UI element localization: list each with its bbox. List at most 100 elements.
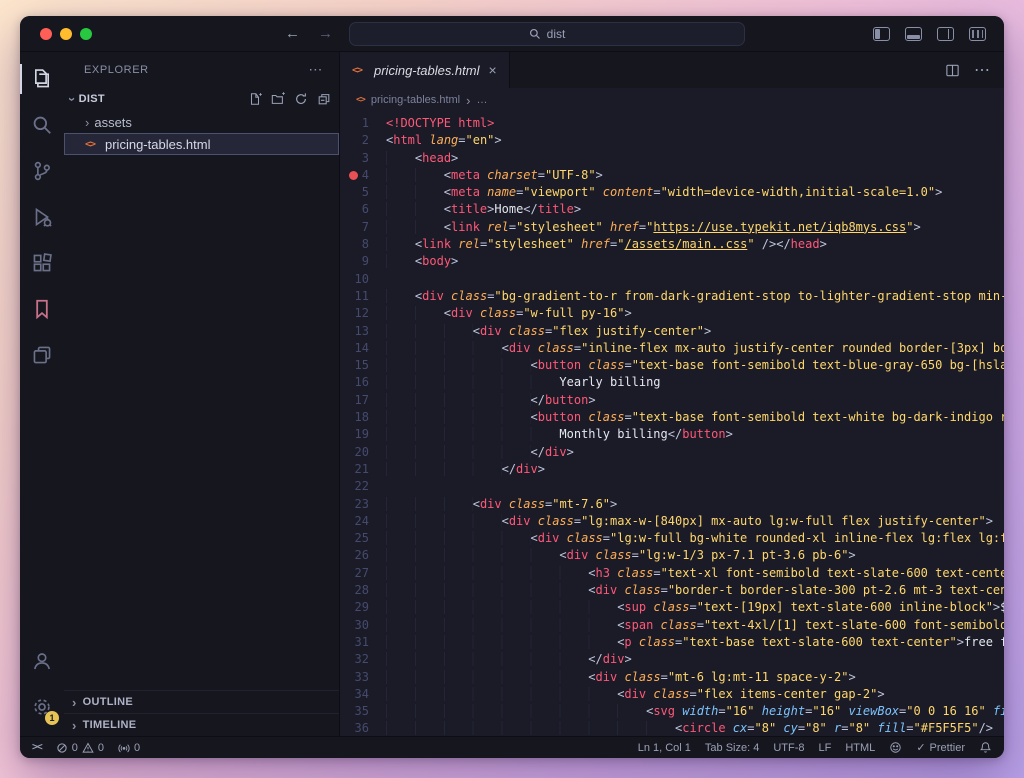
source-control-icon[interactable]	[20, 148, 64, 194]
code-line[interactable]: 6 <title>Home</title>	[340, 201, 1004, 218]
code-line[interactable]: 8 <link rel="stylesheet" href="/assets/m…	[340, 236, 1004, 253]
line-number[interactable]: 24	[340, 513, 386, 530]
notifications-bell-icon[interactable]	[979, 741, 992, 754]
tree-item-pricing-tables[interactable]: <> pricing-tables.html	[64, 133, 339, 155]
new-folder-icon[interactable]	[271, 92, 285, 106]
code-line[interactable]: 9 <body>	[340, 253, 1004, 270]
code-line[interactable]: 31 <p class="text-base text-slate-600 te…	[340, 634, 1004, 651]
toggle-secondary-sidebar-icon[interactable]	[937, 27, 954, 41]
zoom-window-button[interactable]	[80, 28, 92, 40]
code-line[interactable]: 14 <div class="inline-flex mx-auto justi…	[340, 340, 1004, 357]
line-number[interactable]: 29	[340, 599, 386, 616]
line-number[interactable]: 20	[340, 444, 386, 461]
line-number[interactable]: 30	[340, 617, 386, 634]
eol-status[interactable]: LF	[819, 742, 832, 754]
line-number[interactable]: 4	[340, 167, 386, 184]
cursor-position[interactable]: Ln 1, Col 1	[638, 742, 691, 754]
line-number[interactable]: 6	[340, 201, 386, 218]
code-line[interactable]: 17 </button>	[340, 392, 1004, 409]
outline-section[interactable]: › OUTLINE	[64, 690, 339, 713]
code-line[interactable]: 12 <div class="w-full py-16">	[340, 305, 1004, 322]
line-number[interactable]: 9	[340, 253, 386, 270]
command-center-search[interactable]: dist	[349, 22, 745, 46]
line-number[interactable]: 32	[340, 651, 386, 668]
line-number[interactable]: 34	[340, 686, 386, 703]
bookmarks-icon[interactable]	[20, 286, 64, 332]
line-number[interactable]: 10	[340, 271, 386, 288]
explorer-more-actions-icon[interactable]: ⋯	[308, 61, 323, 78]
extensions-icon[interactable]	[20, 240, 64, 286]
search-view-icon[interactable]	[20, 102, 64, 148]
breadcrumb[interactable]: <> pricing-tables.html › …	[340, 88, 1004, 112]
code-line[interactable]: 32 </div>	[340, 651, 1004, 668]
line-number[interactable]: 13	[340, 323, 386, 340]
code-line[interactable]: 25 <div class="lg:w-full bg-white rounde…	[340, 530, 1004, 547]
minimize-window-button[interactable]	[60, 28, 72, 40]
line-number[interactable]: 33	[340, 669, 386, 686]
feedback-smiley-icon[interactable]	[889, 741, 902, 754]
code-line[interactable]: 3 <head>	[340, 150, 1004, 167]
editor-more-actions-icon[interactable]: ⋯	[974, 60, 990, 80]
problems-status[interactable]: 0 0	[56, 742, 104, 754]
line-number[interactable]: 19	[340, 426, 386, 443]
code-line[interactable]: 11 <div class="bg-gradient-to-r from-dar…	[340, 288, 1004, 305]
run-debug-icon[interactable]	[20, 194, 64, 240]
toggle-panel-icon[interactable]	[905, 27, 922, 41]
code-line[interactable]: 35 <svg width="16" height="16" viewBox="…	[340, 703, 1004, 720]
formatter-status[interactable]: ✓ Prettier	[916, 741, 965, 754]
code-line[interactable]: 5 <meta name="viewport" content="width=d…	[340, 184, 1004, 201]
code-line[interactable]: 34 <div class="flex items-center gap-2">	[340, 686, 1004, 703]
code-line[interactable]: 20 </div>	[340, 444, 1004, 461]
new-file-icon[interactable]	[248, 92, 262, 106]
code-line[interactable]: 19 Monthly billing</button>	[340, 426, 1004, 443]
line-number[interactable]: 7	[340, 219, 386, 236]
code-line[interactable]: 29 <sup class="text-[19px] text-slate-60…	[340, 599, 1004, 616]
line-number[interactable]: 25	[340, 530, 386, 547]
line-number[interactable]: 1	[340, 115, 386, 132]
code-line[interactable]: 1<!DOCTYPE html>	[340, 115, 1004, 132]
code-line[interactable]: 13 <div class="flex justify-center">	[340, 323, 1004, 340]
language-mode[interactable]: HTML	[845, 742, 875, 754]
code-line[interactable]: 21 </div>	[340, 461, 1004, 478]
code-area[interactable]: 1<!DOCTYPE html>2<html lang="en">3 <head…	[340, 112, 1004, 736]
line-number[interactable]: 21	[340, 461, 386, 478]
breakpoint-dot[interactable]	[349, 171, 358, 180]
code-line[interactable]: 23 <div class="mt-7.6">	[340, 496, 1004, 513]
code-line[interactable]: 22	[340, 478, 1004, 495]
line-number[interactable]: 5	[340, 184, 386, 201]
line-number[interactable]: 18	[340, 409, 386, 426]
line-number[interactable]: 16	[340, 374, 386, 391]
breadcrumb-file[interactable]: pricing-tables.html	[371, 94, 460, 106]
toggle-primary-sidebar-icon[interactable]	[873, 27, 890, 41]
line-number[interactable]: 15	[340, 357, 386, 374]
code-line[interactable]: 18 <button class="text-base font-semibol…	[340, 409, 1004, 426]
code-line[interactable]: 16 Yearly billing	[340, 374, 1004, 391]
encoding-status[interactable]: UTF-8	[773, 742, 804, 754]
breadcrumb-more[interactable]: …	[476, 94, 487, 106]
line-number[interactable]: 14	[340, 340, 386, 357]
line-number[interactable]: 2	[340, 132, 386, 149]
code-line[interactable]: 36 <circle cx="8" cy="8" r="8" fill="#F5…	[340, 720, 1004, 736]
close-tab-icon[interactable]: ×	[487, 62, 499, 78]
line-number[interactable]: 26	[340, 547, 386, 564]
settings-gear-icon[interactable]: 1	[20, 684, 64, 730]
indentation-status[interactable]: Tab Size: 4	[705, 742, 759, 754]
line-number[interactable]: 31	[340, 634, 386, 651]
line-number[interactable]: 27	[340, 565, 386, 582]
ports-status[interactable]: 0	[118, 742, 140, 754]
line-number[interactable]: 36	[340, 720, 386, 736]
explorer-icon[interactable]	[20, 56, 64, 102]
code-line[interactable]: 7 <link rel="stylesheet" href="https://u…	[340, 219, 1004, 236]
line-number[interactable]: 11	[340, 288, 386, 305]
code-line[interactable]: 26 <div class="lg:w-1/3 px-7.1 pt-3.6 pb…	[340, 547, 1004, 564]
code-line[interactable]: 24 <div class="lg:max-w-[840px] mx-auto …	[340, 513, 1004, 530]
back-arrow-icon[interactable]: ←	[285, 26, 300, 41]
line-number[interactable]: 17	[340, 392, 386, 409]
line-number[interactable]: 22	[340, 478, 386, 495]
line-number[interactable]: 3	[340, 150, 386, 167]
code-line[interactable]: 28 <div class="border-t border-slate-300…	[340, 582, 1004, 599]
code-line[interactable]: 33 <div class="mt-6 lg:mt-11 space-y-2">	[340, 669, 1004, 686]
code-line[interactable]: 27 <h3 class="text-xl font-semibold text…	[340, 565, 1004, 582]
timeline-section[interactable]: › TIMELINE	[64, 713, 339, 736]
tab-pricing-tables[interactable]: <> pricing-tables.html ×	[340, 52, 510, 88]
